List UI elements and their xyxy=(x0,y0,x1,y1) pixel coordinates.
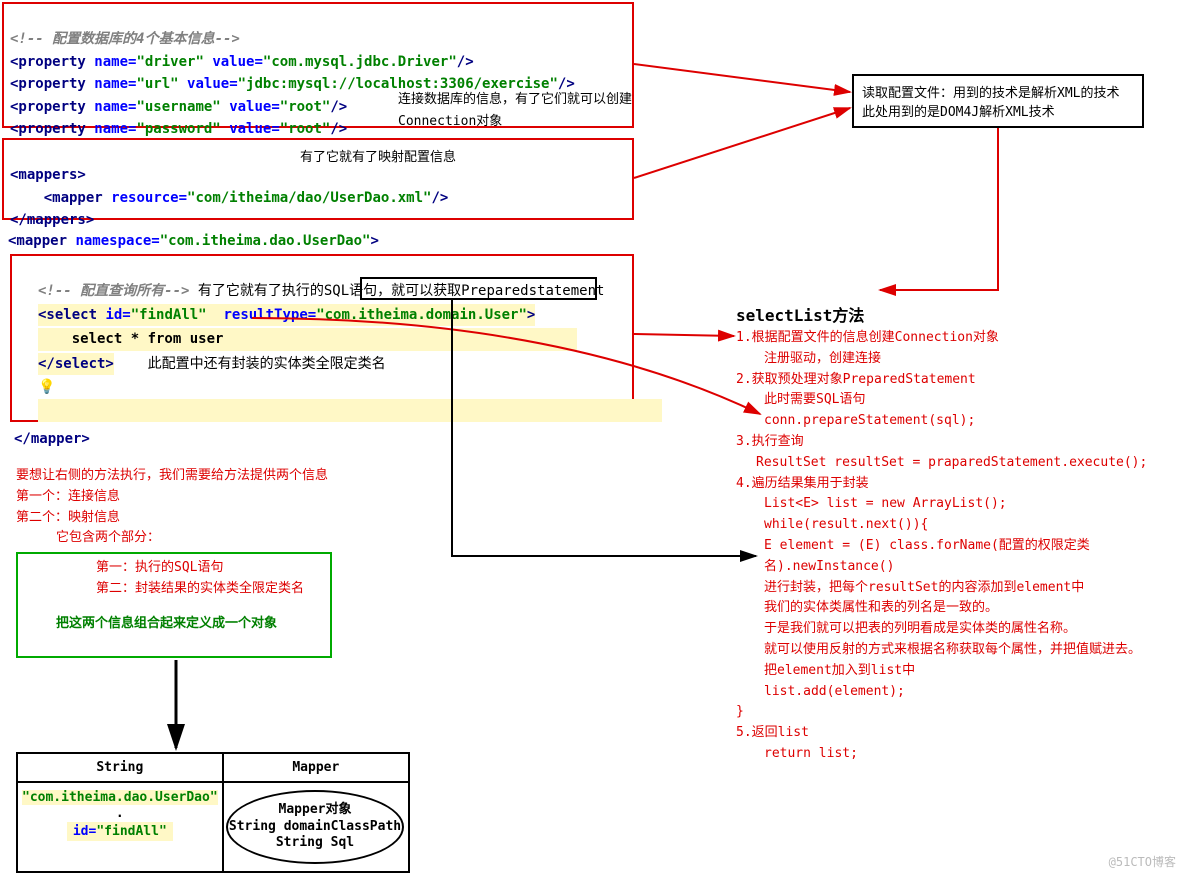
step-4a: List<E> list = new ArrayList(); xyxy=(736,494,1184,515)
tbl-h1: String xyxy=(17,753,223,782)
step-4d: 进行封装，把每个resultSet的内容添加到element中 xyxy=(736,578,1184,599)
step-4i: list.add(element); xyxy=(736,682,1184,703)
resulttype-box xyxy=(360,277,597,300)
leftnote-5: 第一：执行的SQL语句 xyxy=(26,558,322,579)
xml-parse-box: 读取配置文件：用到的技术是解析XML的技术 此处用到的是DOM4J解析XML技术 xyxy=(852,74,1144,128)
db-config-note2: Connection对象 xyxy=(398,110,502,129)
ellipse-l2: String domainClassPath xyxy=(229,819,401,836)
mapper-ellipse: Mapper对象 String domainClassPath String S… xyxy=(226,790,404,864)
step-5: 5.返回list xyxy=(736,723,1184,744)
step-4: 4.遍历结果集用于封装 xyxy=(736,474,1184,495)
step-4e: 我们的实体类属性和表的列名是一致的。 xyxy=(736,598,1184,619)
step-5a: return list; xyxy=(736,744,1184,765)
step-4g: 就可以使用反射的方式来根据名称获取每个属性，并把值赋进去。 xyxy=(736,640,1184,661)
db-config-code: <!-- 配置数据库的4个基本信息--> <property name="dri… xyxy=(4,4,632,142)
tbl-cell-left: "com.itheima.dao.UserDao" . id="findAll" xyxy=(17,782,223,872)
step-4f: 于是我们就可以把表的列明看成是实体类的属性名称。 xyxy=(736,619,1184,640)
step-2b: conn.prepareStatement(sql); xyxy=(736,411,1184,432)
db-config-note1: 连接数据库的信息，有了它们就可以创建 xyxy=(398,88,632,107)
left-notes: 要想让右侧的方法执行，我们需要给方法提供两个信息 第一个：连接信息 第二个：映射… xyxy=(16,466,328,549)
watermark: @51CTO博客 xyxy=(1109,853,1176,870)
ellipse-l3: String Sql xyxy=(276,835,354,852)
close-mapper: </mapper> xyxy=(8,426,96,452)
leftnote-1: 要想让右侧的方法执行，我们需要给方法提供两个信息 xyxy=(16,466,328,487)
combine-box: 第一：执行的SQL语句 第二：封装结果的实体类全限定类名 把这两个信息组合起来定… xyxy=(16,552,332,658)
leftnote-7: 把这两个信息组合起来定义成一个对象 xyxy=(26,600,322,631)
step-3: 3.执行查询 xyxy=(736,432,1184,453)
leftnote-4: 它包含两个部分： xyxy=(16,528,328,549)
step-1: 1.根据配置文件的信息创建Connection对象 xyxy=(736,328,1184,349)
step-4b: while(result.next()){ xyxy=(736,515,1184,536)
step-2: 2.获取预处理对象PreparedStatement xyxy=(736,370,1184,391)
step-4j: } xyxy=(736,702,1184,723)
ellipse-l1: Mapper对象 xyxy=(279,802,352,819)
step-4c: E element = (E) class.forName(配置的权限定类名).… xyxy=(736,536,1184,578)
step-2a: 此时需要SQL语句 xyxy=(736,390,1184,411)
selectlist-steps: 1.根据配置文件的信息创建Connection对象 注册驱动，创建连接 2.获取… xyxy=(736,328,1184,765)
leftnote-2: 第一个：连接信息 xyxy=(16,487,328,508)
db-config-box: <!-- 配置数据库的4个基本信息--> <property name="dri… xyxy=(2,2,634,128)
tbl-h2: Mapper xyxy=(223,753,409,782)
step-1a: 注册驱动，创建连接 xyxy=(736,349,1184,370)
mappers-note: 有了它就有了映射配置信息 xyxy=(300,146,456,165)
mapper-ns-line: <mapper namespace="com.itheima.dao.UserD… xyxy=(2,228,385,254)
step-3a: ResultSet resultSet = praparedStatement.… xyxy=(736,453,1184,474)
bulb-icon: 💡 xyxy=(38,379,55,395)
xml-parse-l1: 读取配置文件：用到的技术是解析XML的技术 xyxy=(862,82,1134,101)
leftnote-6: 第二：封装结果的实体类全限定类名 xyxy=(26,579,322,600)
xml-parse-l2: 此处用到的是DOM4J解析XML技术 xyxy=(862,101,1134,120)
selectlist-title: selectList方法 xyxy=(736,302,864,326)
leftnotes-3: 第二个：映射信息 xyxy=(16,508,328,529)
step-4h: 把element加入到list中 xyxy=(736,661,1184,682)
